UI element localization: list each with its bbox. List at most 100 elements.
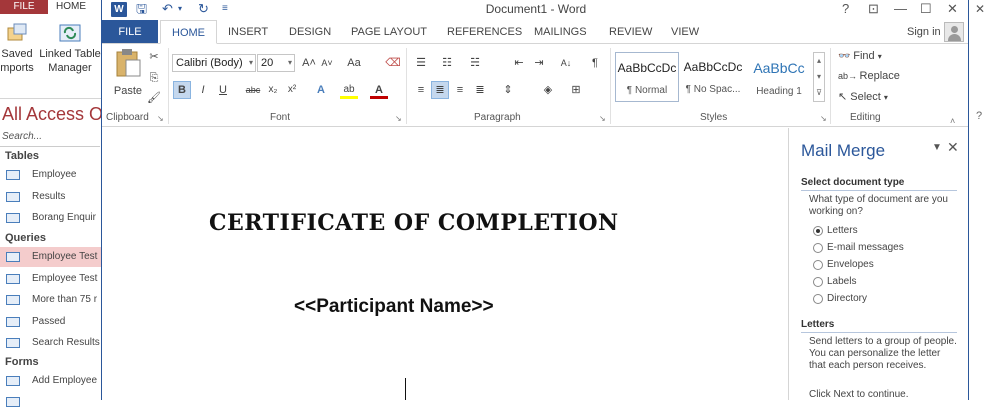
- navigation-pane-title[interactable]: All Access O: [2, 104, 103, 125]
- pane-options-icon[interactable]: ▼: [932, 142, 942, 153]
- access-close-icon[interactable]: ✕: [975, 2, 985, 16]
- strikethrough-button[interactable]: abc: [242, 81, 264, 99]
- superscript-button[interactable]: x²: [283, 81, 301, 99]
- nav-item-form[interactable]: Add Employee: [0, 371, 101, 391]
- participant-name-field[interactable]: <<Participant Name>>: [294, 296, 494, 318]
- replace-button[interactable]: ab→ Replace: [838, 68, 900, 84]
- sort-icon[interactable]: A↓: [557, 54, 575, 72]
- clear-formatting-icon[interactable]: ⌫: [384, 54, 402, 72]
- decrease-indent-icon[interactable]: ⇤: [510, 54, 528, 72]
- paste-button[interactable]: Paste: [110, 48, 146, 102]
- access-file-tab[interactable]: FILE: [0, 0, 48, 14]
- align-left-icon[interactable]: ≡: [412, 81, 430, 99]
- bullets-icon[interactable]: ☰: [412, 54, 430, 72]
- font-launcher-icon[interactable]: ↘: [395, 114, 402, 123]
- tab-page-layout[interactable]: PAGE LAYOUT: [351, 20, 427, 44]
- tab-references[interactable]: REFERENCES: [447, 20, 522, 44]
- shading-icon[interactable]: ◈: [539, 81, 557, 99]
- radio-envelopes[interactable]: Envelopes: [813, 259, 874, 271]
- font-color-icon[interactable]: A: [370, 81, 388, 99]
- nav-item-query[interactable]: Passed: [0, 312, 101, 332]
- cut-icon[interactable]: ✂: [145, 48, 163, 66]
- select-button[interactable]: ↖ Select ▾: [838, 89, 888, 106]
- close-icon[interactable]: ✕: [947, 0, 958, 18]
- nav-item-table[interactable]: Employee: [0, 165, 101, 185]
- style-no-spacing[interactable]: AaBbCcDc ¶ No Spac...: [681, 52, 745, 102]
- bold-button[interactable]: B: [173, 81, 191, 99]
- subscript-button[interactable]: x₂: [264, 81, 282, 99]
- show-marks-icon[interactable]: ¶: [586, 54, 604, 72]
- radio-labels[interactable]: Labels: [813, 276, 856, 288]
- tab-file[interactable]: FILE: [102, 20, 158, 44]
- tab-home[interactable]: HOME: [160, 20, 217, 44]
- font-size-select[interactable]: 20 ▾: [257, 54, 295, 72]
- tab-mailings[interactable]: MAILINGS: [534, 20, 587, 44]
- user-avatar-icon[interactable]: [944, 22, 964, 42]
- chevron-down-icon[interactable]: ▾: [814, 69, 824, 85]
- radio-selected-icon[interactable]: [813, 226, 823, 236]
- line-spacing-icon[interactable]: ⇕: [499, 81, 517, 99]
- font-family-select[interactable]: Calibri (Body) ▾: [172, 54, 256, 72]
- numbering-icon[interactable]: ☷: [438, 54, 456, 72]
- more-styles-icon[interactable]: ⊽: [814, 85, 824, 101]
- tab-insert[interactable]: INSERT: [228, 20, 268, 44]
- italic-button[interactable]: I: [194, 81, 212, 99]
- text-effects-icon[interactable]: A: [312, 81, 330, 99]
- borders-icon[interactable]: ⊞: [567, 81, 585, 99]
- align-right-icon[interactable]: ≡: [451, 81, 469, 99]
- tab-review[interactable]: REVIEW: [609, 20, 652, 44]
- navigation-search-input[interactable]: Search...: [2, 131, 42, 142]
- underline-button[interactable]: U: [214, 81, 232, 99]
- justify-icon[interactable]: ≣: [471, 81, 489, 99]
- access-home-tab[interactable]: HOME: [56, 0, 100, 14]
- section-queries[interactable]: Queries: [5, 232, 46, 244]
- radio-directory[interactable]: Directory: [813, 293, 867, 305]
- radio-letters[interactable]: Letters: [813, 225, 858, 237]
- radio-icon[interactable]: [813, 260, 823, 270]
- styles-scroll[interactable]: ▴ ▾ ⊽: [813, 52, 825, 102]
- style-normal[interactable]: AaBbCcDc ¶ Normal: [615, 52, 679, 102]
- minimize-icon[interactable]: —: [894, 0, 907, 18]
- document-page[interactable]: CERTIFICATE OF COMPLETION <<Participant …: [102, 128, 788, 400]
- format-painter-icon[interactable]: 🖌: [145, 89, 163, 107]
- nav-item-query[interactable]: More than 75 r: [0, 290, 101, 310]
- query-icon: [6, 317, 20, 327]
- grow-font-icon[interactable]: A˄: [300, 54, 318, 72]
- increase-indent-icon[interactable]: ⇥: [530, 54, 548, 72]
- nav-item-query[interactable]: Employee Test: [0, 269, 101, 289]
- radio-email[interactable]: E-mail messages: [813, 242, 904, 254]
- access-help-icon[interactable]: ?: [976, 110, 982, 122]
- radio-icon[interactable]: [813, 277, 823, 287]
- help-icon[interactable]: ?: [842, 0, 849, 18]
- shrink-font-icon[interactable]: A˅: [318, 54, 336, 72]
- styles-launcher-icon[interactable]: ↘: [820, 114, 827, 123]
- paragraph-launcher-icon[interactable]: ↘: [599, 114, 606, 123]
- copy-icon[interactable]: ⎘: [145, 69, 163, 87]
- saved-imports-button[interactable]: Saved mports: [0, 22, 34, 75]
- style-heading-1[interactable]: AaBbCc Heading 1: [747, 52, 811, 102]
- tab-design[interactable]: DESIGN: [289, 20, 331, 44]
- tab-view[interactable]: VIEW: [671, 20, 699, 44]
- sign-in-link[interactable]: Sign in: [907, 20, 941, 44]
- maximize-icon[interactable]: ☐: [920, 0, 932, 18]
- section-forms[interactable]: Forms: [5, 356, 39, 368]
- close-pane-icon[interactable]: ✕: [947, 139, 959, 156]
- change-case-icon[interactable]: Aa: [342, 54, 366, 72]
- highlight-icon[interactable]: ab: [340, 81, 358, 99]
- ribbon-display-icon[interactable]: ⊡: [868, 0, 879, 18]
- multilevel-list-icon[interactable]: ☵: [466, 54, 484, 72]
- radio-icon[interactable]: [813, 294, 823, 304]
- section-tables[interactable]: Tables: [5, 150, 39, 162]
- clipboard-launcher-icon[interactable]: ↘: [157, 114, 164, 123]
- chevron-up-icon[interactable]: ▴: [814, 53, 824, 69]
- linked-table-manager-button[interactable]: Linked Table Manager: [38, 22, 102, 75]
- radio-icon[interactable]: [813, 243, 823, 253]
- collapse-ribbon-icon[interactable]: ˄: [950, 116, 955, 126]
- nav-item-table[interactable]: Results: [0, 187, 101, 207]
- nav-item-table[interactable]: Borang Enquir: [0, 208, 101, 228]
- center-icon[interactable]: ≣: [431, 81, 449, 99]
- nav-item-form[interactable]: [0, 392, 101, 412]
- find-button[interactable]: 👓 Find ▾: [838, 48, 882, 65]
- nav-item-query[interactable]: Employee Test: [0, 247, 101, 267]
- nav-item-query[interactable]: Search Results: [0, 333, 101, 353]
